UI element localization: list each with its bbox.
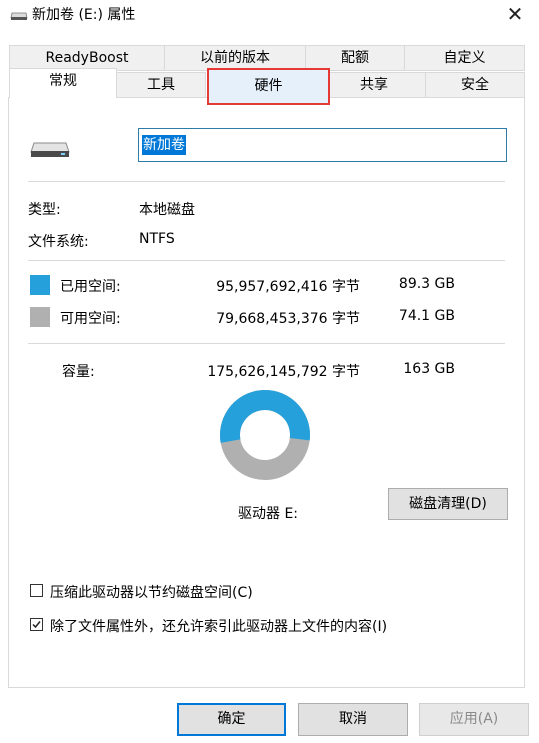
disk-cleanup-button[interactable]: 磁盘清理(D) bbox=[388, 488, 508, 520]
drive-icon bbox=[30, 142, 70, 157]
capacity-size: 163 GB bbox=[403, 361, 455, 377]
capacity-bytes: 175,626,145,792 字节 bbox=[207, 364, 360, 380]
ok-button[interactable]: 确定 bbox=[177, 703, 286, 736]
volume-name-text: 新加卷 bbox=[142, 135, 186, 155]
title-bar: 新加卷 (E:) 属性 ✕ bbox=[0, 0, 539, 30]
index-label: 除了文件属性外，还允许索引此驱动器上文件的内容(I) bbox=[50, 619, 388, 635]
tab-hardware[interactable]: 硬件 bbox=[207, 68, 330, 105]
used-space-bytes: 95,957,692,416 字节 bbox=[216, 279, 360, 295]
used-space-label: 已用空间: bbox=[60, 279, 121, 295]
tab-general[interactable]: 常规 bbox=[9, 68, 117, 98]
cancel-button[interactable]: 取消 bbox=[298, 703, 408, 736]
filesystem-label: 文件系统: bbox=[28, 234, 89, 250]
apply-button[interactable]: 应用(A) bbox=[419, 703, 529, 736]
free-space-label: 可用空间: bbox=[60, 311, 121, 327]
free-space-swatch bbox=[30, 307, 50, 327]
free-space-bytes: 79,668,453,376 字节 bbox=[216, 311, 360, 327]
filesystem-value: NTFS bbox=[139, 231, 175, 247]
used-space-size: 89.3 GB bbox=[398, 276, 455, 292]
drive-icon bbox=[10, 12, 28, 20]
type-value: 本地磁盘 bbox=[139, 202, 195, 218]
usage-donut-chart bbox=[220, 390, 310, 480]
compress-checkbox[interactable] bbox=[30, 584, 43, 597]
tab-tools[interactable]: 工具 bbox=[116, 72, 206, 98]
volume-name-input[interactable]: 新加卷 bbox=[138, 128, 507, 162]
divider bbox=[28, 260, 505, 261]
properties-window: 新加卷 (E:) 属性 ✕ ReadyBoost 以前的版本 配额 自定义 常规… bbox=[0, 0, 539, 743]
tab-sharing[interactable]: 共享 bbox=[322, 72, 426, 98]
type-label: 类型: bbox=[28, 202, 61, 218]
tab-customize[interactable]: 自定义 bbox=[404, 45, 525, 71]
index-checkbox[interactable] bbox=[30, 618, 43, 631]
window-title: 新加卷 (E:) 属性 bbox=[32, 7, 136, 23]
capacity-label: 容量: bbox=[62, 364, 95, 380]
divider bbox=[28, 181, 505, 182]
free-space-size: 74.1 GB bbox=[398, 308, 455, 324]
divider bbox=[28, 343, 505, 344]
used-space-swatch bbox=[30, 275, 50, 295]
compress-label: 压缩此驱动器以节约磁盘空间(C) bbox=[50, 585, 253, 601]
close-button[interactable]: ✕ bbox=[503, 2, 527, 26]
drive-letter-label: 驱动器 E: bbox=[238, 506, 299, 522]
tab-security[interactable]: 安全 bbox=[425, 72, 525, 98]
